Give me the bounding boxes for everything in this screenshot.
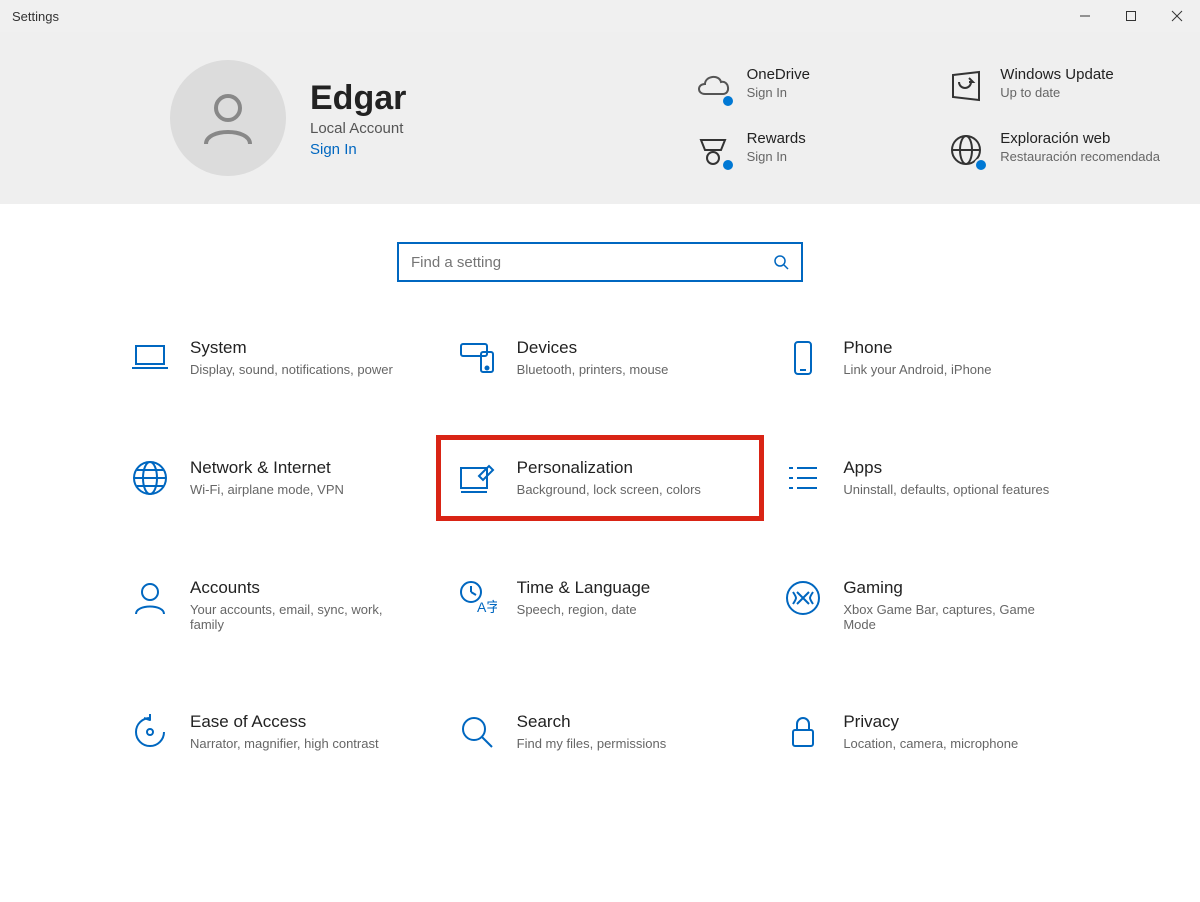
personalization-icon: [457, 458, 497, 498]
user-block: Edgar Local Account Sign In: [310, 79, 530, 158]
category-system[interactable]: System Display, sound, notifications, po…: [120, 326, 427, 390]
gaming-icon: [783, 578, 823, 618]
maximize-button[interactable]: [1108, 0, 1154, 32]
status-windows-update[interactable]: Windows Update Up to date: [946, 66, 1160, 106]
status-onedrive[interactable]: OneDrive Sign In: [693, 66, 907, 106]
devices-icon: [457, 338, 497, 378]
user-subtitle: Local Account: [310, 120, 530, 137]
status-rewards[interactable]: Rewards Sign In: [693, 130, 907, 170]
status-sub: Sign In: [747, 85, 810, 100]
search-input[interactable]: [411, 254, 773, 271]
cat-desc: Link your Android, iPhone: [843, 362, 991, 377]
status-sub: Up to date: [1000, 85, 1113, 100]
lock-icon: [783, 712, 823, 752]
laptop-icon: [130, 338, 170, 378]
search-icon: [773, 254, 789, 270]
rewards-icon: [693, 130, 733, 170]
close-button[interactable]: [1154, 0, 1200, 32]
cat-title: Time & Language: [517, 578, 651, 598]
user-name: Edgar: [310, 79, 530, 118]
search-box[interactable]: [397, 242, 803, 282]
person-icon: [196, 86, 260, 150]
svg-text:A字: A字: [477, 599, 497, 615]
category-gaming[interactable]: Gaming Xbox Game Bar, captures, Game Mod…: [773, 566, 1080, 644]
status-grid: OneDrive Sign In Windows Update Up to da…: [693, 66, 1160, 170]
time-language-icon: A字: [457, 578, 497, 618]
category-accounts[interactable]: Accounts Your accounts, email, sync, wor…: [120, 566, 427, 644]
globe-icon: [946, 130, 986, 170]
globe-icon: [130, 458, 170, 498]
sign-in-link[interactable]: Sign In: [310, 141, 530, 158]
cat-title: Gaming: [843, 578, 1053, 598]
status-sub: Sign In: [747, 149, 806, 164]
categories-grid: System Display, sound, notifications, po…: [0, 316, 1200, 794]
cat-title: Phone: [843, 338, 991, 358]
cat-desc: Display, sound, notifications, power: [190, 362, 393, 377]
status-title: Windows Update: [1000, 66, 1113, 83]
search-area: [0, 204, 1200, 316]
status-sub: Restauración recomendada: [1000, 149, 1160, 164]
cat-desc: Xbox Game Bar, captures, Game Mode: [843, 602, 1053, 632]
cat-title: Apps: [843, 458, 1049, 478]
category-search[interactable]: Search Find my files, permissions: [447, 700, 754, 764]
window-title: Settings: [12, 9, 59, 24]
status-web-browsing[interactable]: Exploración web Restauración recomendada: [946, 130, 1160, 170]
cat-desc: Find my files, permissions: [517, 736, 667, 751]
category-devices[interactable]: Devices Bluetooth, printers, mouse: [447, 326, 754, 390]
account-header: Edgar Local Account Sign In OneDrive Sig…: [0, 32, 1200, 204]
apps-icon: [783, 458, 823, 498]
cat-desc: Wi-Fi, airplane mode, VPN: [190, 482, 344, 497]
cat-title: Devices: [517, 338, 669, 358]
search-category-icon: [457, 712, 497, 752]
cat-desc: Speech, region, date: [517, 602, 651, 617]
update-icon: [946, 66, 986, 106]
cat-desc: Uninstall, defaults, optional features: [843, 482, 1049, 497]
maximize-icon: [1125, 10, 1137, 22]
category-apps[interactable]: Apps Uninstall, defaults, optional featu…: [773, 446, 1080, 510]
cat-desc: Your accounts, email, sync, work, family: [190, 602, 400, 632]
window-controls: [1062, 0, 1200, 32]
accounts-icon: [130, 578, 170, 618]
category-personalization[interactable]: Personalization Background, lock screen,…: [447, 446, 754, 510]
close-icon: [1171, 10, 1183, 22]
phone-icon: [783, 338, 823, 378]
cat-desc: Location, camera, microphone: [843, 736, 1018, 751]
cat-title: Search: [517, 712, 667, 732]
cat-title: System: [190, 338, 393, 358]
cat-title: Privacy: [843, 712, 1018, 732]
cat-desc: Bluetooth, printers, mouse: [517, 362, 669, 377]
cat-title: Network & Internet: [190, 458, 344, 478]
category-network[interactable]: Network & Internet Wi-Fi, airplane mode,…: [120, 446, 427, 510]
status-title: Rewards: [747, 130, 806, 147]
minimize-icon: [1079, 10, 1091, 22]
category-phone[interactable]: Phone Link your Android, iPhone: [773, 326, 1080, 390]
cloud-icon: [693, 66, 733, 106]
cat-desc: Background, lock screen, colors: [517, 482, 701, 497]
status-title: OneDrive: [747, 66, 810, 83]
status-title: Exploración web: [1000, 130, 1160, 147]
cat-title: Accounts: [190, 578, 400, 598]
cat-title: Personalization: [517, 458, 701, 478]
category-ease-of-access[interactable]: Ease of Access Narrator, magnifier, high…: [120, 700, 427, 764]
avatar[interactable]: [170, 60, 286, 176]
minimize-button[interactable]: [1062, 0, 1108, 32]
ease-of-access-icon: [130, 712, 170, 752]
category-time-language[interactable]: A字 Time & Language Speech, region, date: [447, 566, 754, 644]
cat-desc: Narrator, magnifier, high contrast: [190, 736, 379, 751]
category-privacy[interactable]: Privacy Location, camera, microphone: [773, 700, 1080, 764]
cat-title: Ease of Access: [190, 712, 379, 732]
title-bar: Settings: [0, 0, 1200, 32]
